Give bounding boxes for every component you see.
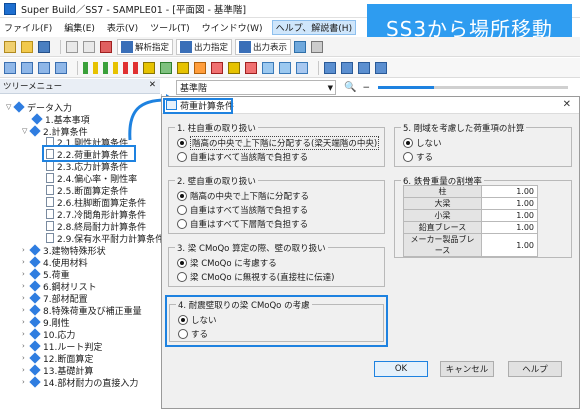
wall-weight-option-3[interactable]: 自重はすべて下層階で負担する: [177, 218, 308, 230]
option-label: する: [416, 153, 434, 163]
radio-icon: [177, 272, 187, 282]
table-cell-value[interactable]: 1.00: [481, 233, 538, 257]
radio-icon: [403, 152, 413, 162]
group-title: 3. 梁 CMoQo 算定の際、壁の取り扱い: [175, 242, 328, 254]
wall-cmoqo-option-2[interactable]: 梁 CMoQo に無視する(直接柱に伝達): [177, 271, 334, 283]
help-button[interactable]: ヘルプ: [508, 361, 562, 377]
column-weight-group: 1. 柱自重の取り扱い 階高の中央で上下階に分配する(梁天端階の中央) 自重はす…: [168, 122, 385, 167]
radio-selected-icon: [177, 258, 187, 268]
radio-selected-icon: [177, 191, 187, 201]
option-label: 梁 CMoQo に無視する(直接柱に伝達): [190, 273, 335, 283]
radio-icon: [177, 219, 187, 229]
option-label: しない: [416, 139, 442, 149]
option-label: 自重はすべて当該階で負担する: [190, 206, 309, 216]
wall-weight-option-1[interactable]: 階高の中央で上下階に分配する: [177, 190, 309, 202]
wall-weight-option-2[interactable]: 自重はすべて当該階で負担する: [177, 204, 308, 216]
cancel-button[interactable]: キャンセル: [440, 361, 494, 377]
help-button-label: ヘルプ: [522, 365, 548, 375]
shear-wall-cmoqo-group: 4. 耐震壁取りの梁 CMoQo の考慮 しない する: [169, 299, 384, 342]
wall-weight-group: 2. 壁自重の取り扱い 階高の中央で上下階に分配する 自重はすべて当該階で負担す…: [168, 175, 385, 234]
column-weight-option-2[interactable]: 自重はすべて当該階で負担する: [177, 151, 308, 163]
group-title: 2. 壁自重の取り扱い: [175, 175, 258, 187]
table-cell-name: 小梁: [403, 209, 482, 222]
app-window: Super Build／SS7 - SAMPLE01 - [平面図 - 基準階]…: [0, 0, 580, 409]
radio-selected-icon: [177, 138, 187, 148]
table-row: 鉛直ブレース 1.00: [403, 221, 538, 234]
load-condition-dialog: 荷重計算条件 ✕ 1. 柱自重の取り扱い 階高の中央で上下階に分配する(梁天端階…: [161, 96, 580, 409]
table-cell-value[interactable]: 1.00: [481, 197, 538, 210]
option-label: しない: [191, 316, 217, 326]
wall-cmoqo-option-1[interactable]: 梁 CMoQo に考慮する: [177, 257, 277, 269]
steel-weight-table: 柱 1.00 大梁 1.00 小梁 1.00 鉛直ブレース 1.00 メーカー製…: [403, 185, 538, 257]
option-label: 自重はすべて下層階で負担する: [190, 220, 309, 230]
group-title: 1. 柱自重の取り扱い: [175, 122, 258, 134]
rigid-zone-group: 5. 剛域を考慮した荷重項の計算 しない する: [394, 122, 572, 167]
group-title: 4. 耐震壁取りの梁 CMoQo の考慮: [176, 299, 312, 311]
option-label: 梁 CMoQo に考慮する: [190, 259, 277, 269]
table-row: メーカー製品ブレース 1.00: [403, 233, 538, 257]
rigid-zone-option-2[interactable]: する: [403, 151, 433, 163]
shear-wall-cmoqo-option-2[interactable]: する: [178, 328, 208, 340]
table-cell-name: 柱: [403, 185, 482, 198]
option-label: 自重はすべて当該階で負担する: [190, 153, 309, 163]
wall-cmoqo-group: 3. 梁 CMoQo 算定の際、壁の取り扱い 梁 CMoQo に考慮する 梁 C…: [168, 242, 385, 287]
ok-button[interactable]: OK: [374, 361, 428, 377]
table-cell-value[interactable]: 1.00: [481, 209, 538, 222]
radio-icon: [178, 329, 188, 339]
dialog-title-highlight: [163, 98, 233, 114]
option-label: 階高の中央で上下階に分配する(梁天端階の中央): [190, 136, 380, 150]
table-row: 小梁 1.00: [403, 209, 538, 222]
table-row: 大梁 1.00: [403, 197, 538, 210]
rigid-zone-option-1[interactable]: しない: [403, 137, 442, 149]
radio-icon: [177, 205, 187, 215]
shear-wall-cmoqo-option-1[interactable]: しない: [178, 314, 217, 326]
radio-selected-icon: [403, 138, 413, 148]
table-cell-name: 大梁: [403, 197, 482, 210]
table-cell-value[interactable]: 1.00: [481, 221, 538, 234]
radio-icon: [177, 152, 187, 162]
table-row: 柱 1.00: [403, 185, 538, 198]
option-label: する: [191, 330, 209, 340]
table-cell-name: メーカー製品ブレース: [403, 233, 482, 257]
table-cell-name: 鉛直ブレース: [403, 221, 482, 234]
cancel-button-label: キャンセル: [445, 365, 489, 375]
group-title: 5. 剛域を考慮した荷重項の計算: [401, 122, 527, 134]
ok-button-label: OK: [394, 364, 408, 374]
radio-selected-icon: [178, 315, 188, 325]
option-label: 階高の中央で上下階に分配する: [190, 192, 310, 202]
column-weight-option-1[interactable]: 階高の中央で上下階に分配する(梁天端階の中央): [177, 136, 380, 150]
close-icon[interactable]: ✕: [563, 99, 571, 110]
table-cell-value[interactable]: 1.00: [481, 185, 538, 198]
